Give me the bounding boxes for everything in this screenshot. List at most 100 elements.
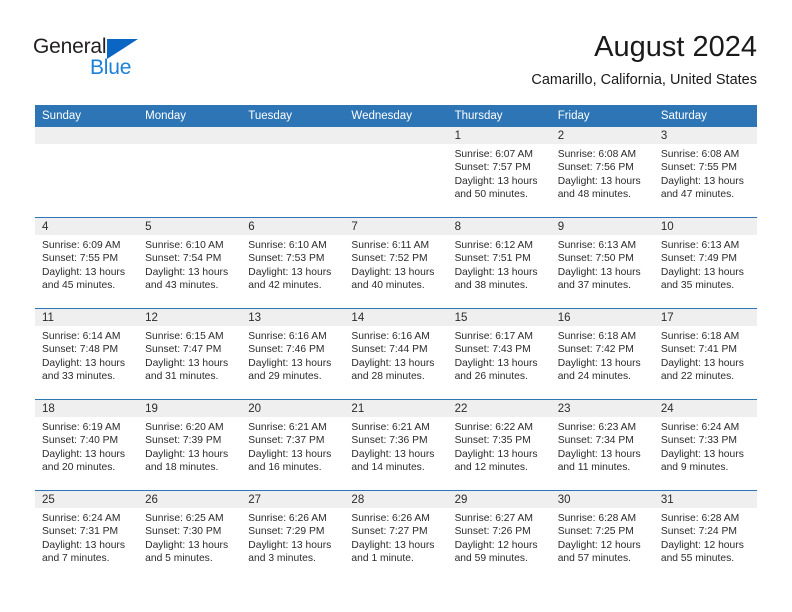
calendar-day-cell[interactable]: 30 Sunrise: 6:28 AM Sunset: 7:25 PM Dayligh… xyxy=(550,490,654,581)
day-details: Sunrise: 6:19 AM Sunset: 7:40 PM Daylight:… xyxy=(35,417,138,475)
daylight-text-line1: Daylight: 13 hours xyxy=(660,175,744,187)
calendar-day-cell[interactable]: 5 Sunrise: 6:10 AM Sunset: 7:54 PM Daylight… xyxy=(138,217,242,309)
calendar-day-cell[interactable]: 28 Sunrise: 6:26 AM Sunset: 7:27 PM Dayligh… xyxy=(344,490,448,581)
calendar-day-cell[interactable]: 18 Sunrise: 6:19 AM Sunset: 7:40 PM Dayligh… xyxy=(35,399,139,491)
weekday-header-saturday: Saturday xyxy=(653,105,757,127)
calendar-day-cell[interactable]: 17 Sunrise: 6:18 AM Sunset: 7:41 PM Dayligh… xyxy=(653,308,757,400)
calendar-day-cell[interactable]: 7 Sunrise: 6:11 AM Sunset: 7:52 PM Daylight… xyxy=(344,217,448,309)
sunset-text: Sunset: 7:40 PM xyxy=(42,435,119,447)
day-cell-inner: 6 Sunrise: 6:10 AM Sunset: 7:53 PM Daylight… xyxy=(241,218,345,307)
daylight-text-line1: Daylight: 13 hours xyxy=(454,357,538,369)
calendar-day-cell[interactable]: 3 Sunrise: 6:08 AM Sunset: 7:55 PM Daylight… xyxy=(653,127,757,218)
calendar-day-cell[interactable]: 6 Sunrise: 6:10 AM Sunset: 7:53 PM Daylight… xyxy=(241,217,345,309)
day-details: Sunrise: 6:08 AM Sunset: 7:55 PM Daylight:… xyxy=(654,144,757,202)
calendar-day-cell[interactable]: 24 Sunrise: 6:24 AM Sunset: 7:33 PM Dayligh… xyxy=(653,399,757,491)
calendar-day-cell[interactable]: 8 Sunrise: 6:12 AM Sunset: 7:51 PM Daylight… xyxy=(447,217,551,309)
daylight-text-line1: Daylight: 13 hours xyxy=(660,357,744,369)
weekday-header-friday: Friday xyxy=(550,105,654,127)
day-cell-inner: 20 Sunrise: 6:21 AM Sunset: 7:37 PM Dayligh… xyxy=(241,400,345,489)
daylight-text-line1: Daylight: 13 hours xyxy=(42,357,125,369)
calendar-day-cell[interactable]: 13 Sunrise: 6:16 AM Sunset: 7:46 PM Dayligh… xyxy=(241,308,345,400)
day-cell-inner: 9 Sunrise: 6:13 AM Sunset: 7:50 PM Daylight… xyxy=(550,218,654,307)
day-number: 28 xyxy=(344,491,448,508)
day-cell-inner: 12 Sunrise: 6:15 AM Sunset: 7:47 PM Dayligh… xyxy=(138,309,242,398)
daylight-text-line1: Daylight: 13 hours xyxy=(351,539,435,551)
daylight-text-line2: and 14 minutes. xyxy=(351,462,425,474)
daylight-text-line1: Daylight: 13 hours xyxy=(248,266,332,278)
day-cell-inner: 28 Sunrise: 6:26 AM Sunset: 7:27 PM Dayligh… xyxy=(344,491,448,580)
calendar-day-cell[interactable]: 12 Sunrise: 6:15 AM Sunset: 7:47 PM Dayligh… xyxy=(138,308,242,400)
sunrise-text: Sunrise: 6:08 AM xyxy=(660,149,740,160)
calendar-day-cell[interactable]: 2 Sunrise: 6:08 AM Sunset: 7:56 PM Daylight… xyxy=(550,127,654,218)
weekday-header-sunday: Sunday xyxy=(35,105,139,127)
calendar-day-cell[interactable]: 22 Sunrise: 6:22 AM Sunset: 7:35 PM Dayligh… xyxy=(447,399,551,491)
day-number: 15 xyxy=(447,309,551,326)
daylight-text-line1: Daylight: 13 hours xyxy=(248,539,332,551)
day-cell-inner xyxy=(344,127,448,216)
daylight-text-line1: Daylight: 13 hours xyxy=(351,266,435,278)
day-number: 20 xyxy=(241,400,345,417)
day-number: 27 xyxy=(241,491,345,508)
daylight-text-line2: and 29 minutes. xyxy=(248,371,322,383)
calendar-day-cell[interactable]: 9 Sunrise: 6:13 AM Sunset: 7:50 PM Daylight… xyxy=(550,217,654,309)
daylight-text-line2: and 37 minutes. xyxy=(557,280,631,292)
daylight-text-line2: and 16 minutes. xyxy=(248,462,322,474)
day-number: 17 xyxy=(653,309,757,326)
day-cell-inner xyxy=(241,127,345,216)
sunset-text: Sunset: 7:41 PM xyxy=(660,344,737,356)
calendar-day-cell[interactable]: 16 Sunrise: 6:18 AM Sunset: 7:42 PM Dayligh… xyxy=(550,308,654,400)
calendar-day-cell[interactable]: 20 Sunrise: 6:21 AM Sunset: 7:37 PM Dayligh… xyxy=(241,399,345,491)
calendar-day-cell[interactable]: 19 Sunrise: 6:20 AM Sunset: 7:39 PM Dayligh… xyxy=(138,399,242,491)
sunset-text: Sunset: 7:49 PM xyxy=(660,253,737,265)
calendar-week-row: 25 Sunrise: 6:24 AM Sunset: 7:31 PM Dayligh… xyxy=(35,490,757,581)
daylight-text-line2: and 55 minutes. xyxy=(660,553,735,565)
daylight-text-line1: Daylight: 13 hours xyxy=(145,266,229,278)
daylight-text-line1: Daylight: 13 hours xyxy=(557,357,641,369)
calendar-day-cell[interactable]: 4 Sunrise: 6:09 AM Sunset: 7:55 PM Daylight… xyxy=(35,217,139,309)
sunset-text: Sunset: 7:24 PM xyxy=(660,526,737,538)
weekday-header-monday: Monday xyxy=(138,105,242,127)
sunrise-text: Sunrise: 6:15 AM xyxy=(145,331,224,342)
daylight-text-line1: Daylight: 13 hours xyxy=(145,357,229,369)
calendar-page: General Blue August 2024 Camarillo, Cali… xyxy=(0,0,792,612)
calendar-day-cell[interactable]: 23 Sunrise: 6:23 AM Sunset: 7:34 PM Dayligh… xyxy=(550,399,654,491)
calendar-day-cell[interactable]: 14 Sunrise: 6:16 AM Sunset: 7:44 PM Dayligh… xyxy=(344,308,448,400)
day-cell-inner: 1 Sunrise: 6:07 AM Sunset: 7:57 PM Daylight… xyxy=(447,127,551,216)
calendar-day-cell[interactable]: 10 Sunrise: 6:13 AM Sunset: 7:49 PM Dayligh… xyxy=(653,217,757,309)
day-details: Sunrise: 6:26 AM Sunset: 7:27 PM Daylight:… xyxy=(344,508,447,566)
sunrise-text: Sunrise: 6:18 AM xyxy=(557,331,637,342)
day-cell-inner: 10 Sunrise: 6:13 AM Sunset: 7:49 PM Dayligh… xyxy=(653,218,757,307)
sunset-text: Sunset: 7:33 PM xyxy=(660,435,737,447)
calendar-day-cell[interactable]: 1 Sunrise: 6:07 AM Sunset: 7:57 PM Daylight… xyxy=(447,127,551,218)
daylight-text-line2: and 24 minutes. xyxy=(557,371,631,383)
calendar-day-cell[interactable]: 25 Sunrise: 6:24 AM Sunset: 7:31 PM Dayligh… xyxy=(35,490,139,581)
day-number: 31 xyxy=(653,491,757,508)
sunrise-text: Sunrise: 6:07 AM xyxy=(454,149,533,160)
sunrise-text: Sunrise: 6:16 AM xyxy=(248,331,327,342)
sunrise-text: Sunrise: 6:27 AM xyxy=(454,513,533,524)
calendar-day-cell[interactable]: 15 Sunrise: 6:17 AM Sunset: 7:43 PM Dayligh… xyxy=(447,308,551,400)
calendar-day-cell[interactable]: 21 Sunrise: 6:21 AM Sunset: 7:36 PM Dayligh… xyxy=(344,399,448,491)
calendar-day-cell[interactable]: 29 Sunrise: 6:27 AM Sunset: 7:26 PM Dayligh… xyxy=(447,490,551,581)
day-cell-inner: 13 Sunrise: 6:16 AM Sunset: 7:46 PM Dayligh… xyxy=(241,309,345,398)
daylight-text-line2: and 47 minutes. xyxy=(660,189,735,201)
calendar-week-row: 4 Sunrise: 6:09 AM Sunset: 7:55 PM Daylight… xyxy=(35,217,757,309)
daylight-text-line1: Daylight: 13 hours xyxy=(351,357,435,369)
calendar-day-cell[interactable]: 11 Sunrise: 6:14 AM Sunset: 7:48 PM Dayligh… xyxy=(35,308,139,400)
calendar-day-cell[interactable]: 26 Sunrise: 6:25 AM Sunset: 7:30 PM Dayligh… xyxy=(138,490,242,581)
day-details: Sunrise: 6:08 AM Sunset: 7:56 PM Daylight:… xyxy=(551,144,654,202)
calendar-day-cell xyxy=(344,127,448,218)
calendar-day-cell[interactable]: 27 Sunrise: 6:26 AM Sunset: 7:29 PM Dayligh… xyxy=(241,490,345,581)
day-details: Sunrise: 6:12 AM Sunset: 7:51 PM Daylight:… xyxy=(448,235,551,293)
daylight-text-line1: Daylight: 12 hours xyxy=(557,539,641,551)
weekday-header-wednesday: Wednesday xyxy=(344,105,448,127)
daylight-text-line1: Daylight: 13 hours xyxy=(454,175,538,187)
sunrise-text: Sunrise: 6:20 AM xyxy=(145,422,224,433)
calendar-body: 1 Sunrise: 6:07 AM Sunset: 7:57 PM Daylight… xyxy=(35,127,757,581)
general-blue-logo[interactable]: General Blue xyxy=(33,36,163,82)
daylight-text-line2: and 43 minutes. xyxy=(145,280,219,292)
day-details: Sunrise: 6:21 AM Sunset: 7:36 PM Daylight:… xyxy=(344,417,447,475)
sunset-text: Sunset: 7:44 PM xyxy=(351,344,428,356)
daylight-text-line1: Daylight: 13 hours xyxy=(248,357,332,369)
calendar-day-cell[interactable]: 31 Sunrise: 6:28 AM Sunset: 7:24 PM Dayligh… xyxy=(653,490,757,581)
